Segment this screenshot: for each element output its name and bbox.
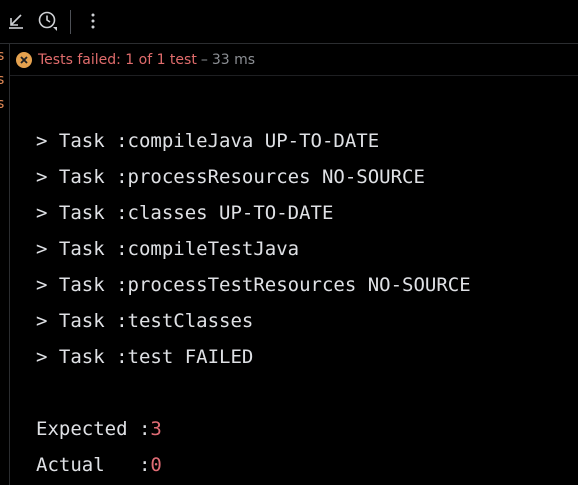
- console-line: > Task :testClasses: [36, 310, 254, 332]
- history-clock-icon[interactable]: [37, 10, 59, 32]
- console-line: > Task :processTestResources NO-SOURCE: [36, 274, 471, 296]
- more-vertical-icon[interactable]: [83, 10, 103, 32]
- tests-failed-text: Tests failed: 1 of 1 test: [38, 51, 197, 68]
- expected-line: Expected :3: [36, 417, 162, 441]
- actual-line: Actual :0: [36, 453, 162, 477]
- console-output[interactable]: > Task :compileJava UP-TO-DATE > Task :p…: [10, 77, 578, 485]
- toolbar: [0, 0, 578, 44]
- toolbar-separator: [70, 10, 71, 34]
- console-line: > Task :compileTestJava: [36, 238, 300, 260]
- console-line: > Task :test FAILED: [36, 346, 254, 368]
- left-panel-edge: s s s: [0, 44, 10, 485]
- test-duration: 33 ms: [211, 51, 256, 68]
- left-strip-fragment: s: [0, 96, 9, 112]
- collapse-arrow-icon[interactable]: [5, 10, 27, 32]
- console-line: > Task :compileJava UP-TO-DATE: [36, 130, 380, 152]
- console-line: > Task :classes UP-TO-DATE: [36, 202, 334, 224]
- actual-label: Actual :: [36, 454, 151, 476]
- expected-label: Expected :: [36, 418, 151, 440]
- expected-value: 3: [150, 418, 162, 440]
- error-x-circle-icon: [16, 51, 32, 68]
- test-status-bar: Tests failed: 1 of 1 test – 33 ms: [10, 44, 578, 76]
- left-strip-fragment: s: [0, 72, 9, 88]
- left-strip-fragment: s: [0, 48, 9, 64]
- actual-value: 0: [150, 454, 162, 476]
- status-separator: –: [200, 51, 208, 68]
- console-line: > Task :processResources NO-SOURCE: [36, 166, 425, 188]
